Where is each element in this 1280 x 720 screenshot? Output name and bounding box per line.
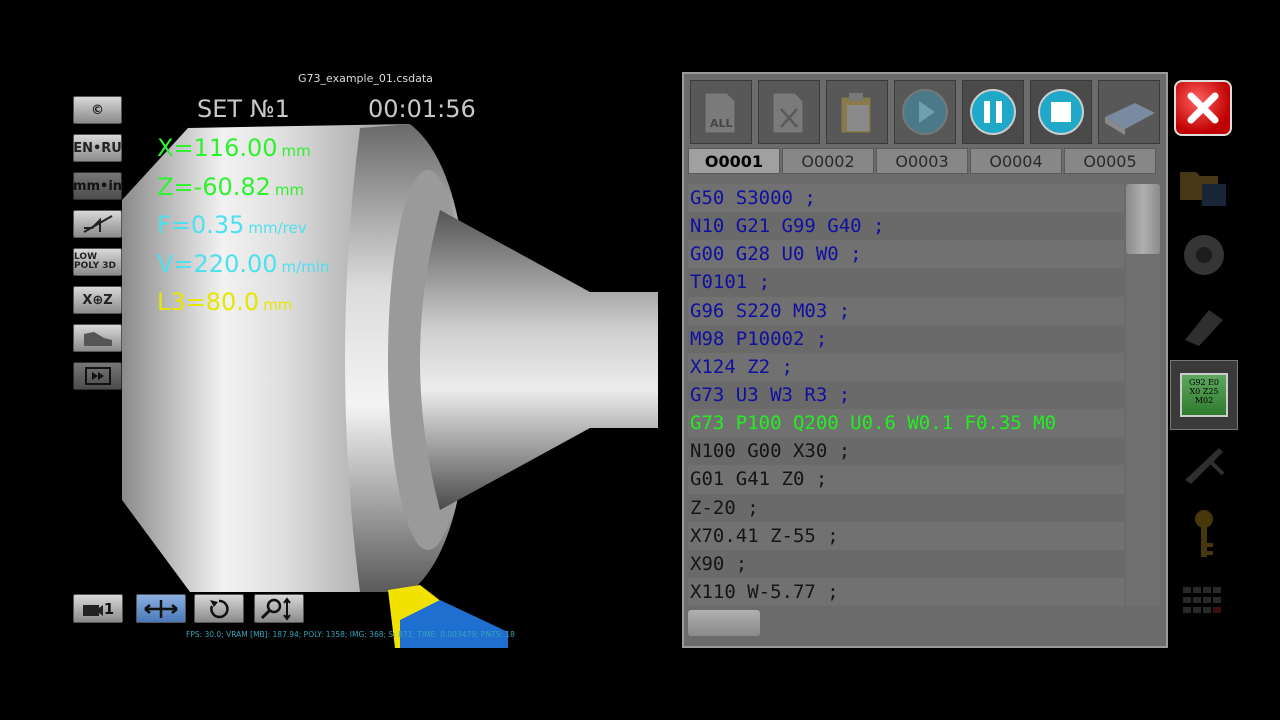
camera-button[interactable]: 1 bbox=[73, 594, 123, 623]
select-all-icon: ALL bbox=[704, 92, 736, 134]
viewport-3d[interactable]: G73_example_01.csdata SET №1 00:01:56 X=… bbox=[0, 0, 680, 720]
pause-button[interactable] bbox=[962, 80, 1024, 144]
book-icon bbox=[1105, 103, 1155, 135]
chuck-icon bbox=[1184, 235, 1224, 275]
vertical-scrollbar[interactable] bbox=[1126, 184, 1160, 606]
program-icon: G92 E0 X0 Z25 M02 bbox=[1180, 373, 1228, 417]
chuck-button[interactable] bbox=[1170, 220, 1238, 290]
gcode-line[interactable]: X90 ; bbox=[688, 549, 1124, 578]
gcode-line[interactable]: G96 S220 M03 ; bbox=[688, 296, 1124, 325]
pan-button[interactable] bbox=[136, 594, 186, 623]
copyright-button[interactable]: © bbox=[73, 96, 122, 124]
gcode-line[interactable]: X124 Z2 ; bbox=[688, 352, 1124, 381]
units-toggle-button[interactable]: mm•in bbox=[73, 172, 122, 200]
editor-toolbar: ALL bbox=[688, 78, 1162, 146]
tab-o0004[interactable]: O0004 bbox=[970, 148, 1062, 174]
horizontal-scroll-thumb[interactable] bbox=[688, 610, 760, 636]
lathe-tool-icon bbox=[1185, 310, 1223, 346]
folder-save-icon bbox=[1180, 172, 1226, 206]
play-button[interactable] bbox=[894, 80, 956, 144]
gcode-line[interactable]: G73 U3 W3 R3 ; bbox=[688, 380, 1124, 410]
zoom-icon bbox=[260, 596, 291, 621]
program-editor-button[interactable]: G92 E0 X0 Z25 M02 bbox=[1170, 360, 1238, 430]
file-title: G73_example_01.csdata bbox=[298, 72, 433, 85]
gcode-listing[interactable]: G50 S3000 ; N10 G21 G99 G40 ; G00 G28 U0 W… bbox=[688, 184, 1124, 606]
gcode-line[interactable]: G50 S3000 ; bbox=[688, 184, 1124, 213]
gcode-line[interactable]: N10 G21 G99 G40 ; bbox=[688, 212, 1124, 241]
gcode-line[interactable]: T0101 ; bbox=[688, 268, 1124, 297]
gcode-line[interactable]: M98 P10002 ; bbox=[688, 324, 1124, 353]
gcode-line[interactable]: N100 G00 X30 ; bbox=[688, 437, 1124, 466]
render-stats: FPS: 30.0; VRAM [MB]: 187.94; POLY: 1358… bbox=[186, 630, 515, 639]
tab-o0002[interactable]: O0002 bbox=[782, 148, 874, 174]
speed-readout: V=220.00 m/min bbox=[157, 250, 330, 278]
tools-button[interactable] bbox=[1170, 290, 1238, 360]
set-label: SET №1 bbox=[197, 95, 290, 123]
key-button[interactable] bbox=[1170, 500, 1238, 570]
select-all-button[interactable]: ALL bbox=[690, 80, 752, 144]
horizontal-scrollbar[interactable] bbox=[688, 610, 1160, 636]
manual-button[interactable] bbox=[1098, 80, 1160, 144]
gcode-line[interactable]: X110 W-5.77 ; bbox=[688, 577, 1124, 606]
gcode-line[interactable]: Z-20 ; bbox=[688, 493, 1124, 522]
keypad-icon bbox=[1183, 587, 1221, 613]
tab-o0005[interactable]: O0005 bbox=[1064, 148, 1156, 174]
fast-forward-icon bbox=[84, 367, 111, 385]
chart-icon bbox=[83, 332, 112, 346]
caliper-icon bbox=[1185, 448, 1225, 484]
camera-icon bbox=[82, 604, 103, 616]
tab-o0001[interactable]: O0001 bbox=[688, 148, 780, 174]
feed-readout: F=0.35 mm/rev bbox=[157, 211, 307, 239]
program-tabs: O0001 O0002 O0003 O0004 O0005 bbox=[688, 148, 1162, 174]
workpiece-cone bbox=[420, 210, 658, 510]
paste-icon bbox=[840, 93, 872, 134]
file-save-button[interactable] bbox=[1170, 150, 1238, 220]
program-editor: ALL O0001 O0002 O0003 O0004 O0005 G50 S3… bbox=[682, 72, 1168, 648]
cut-icon bbox=[772, 92, 804, 134]
language-toggle-button[interactable]: EN•RU bbox=[73, 134, 122, 162]
close-button[interactable] bbox=[1174, 80, 1232, 136]
machining-timer: 00:01:56 bbox=[368, 95, 476, 123]
gcode-line[interactable]: G00 G28 U0 W0 ; bbox=[688, 240, 1124, 269]
measure-button[interactable] bbox=[1170, 430, 1238, 500]
muted-icon bbox=[83, 215, 112, 233]
svg-text:ALL: ALL bbox=[710, 117, 733, 130]
gcode-line[interactable]: X70.41 Z-55 ; bbox=[688, 521, 1124, 550]
gcode-line[interactable]: G01 G41 Z0 ; bbox=[688, 465, 1124, 494]
z-readout: Z=-60.82 mm bbox=[157, 173, 305, 201]
cut-button[interactable] bbox=[758, 80, 820, 144]
move-arrows-icon bbox=[144, 599, 178, 618]
low-poly-3d-button[interactable]: LOW POLY 3D bbox=[73, 248, 122, 276]
tab-o0003[interactable]: O0003 bbox=[876, 148, 968, 174]
close-icon bbox=[1187, 92, 1219, 124]
stop-button[interactable] bbox=[1030, 80, 1092, 144]
x-readout: X=116.00 mm bbox=[157, 134, 311, 162]
pause-icon bbox=[970, 89, 1016, 135]
l3-readout: L3=80.0 mm bbox=[157, 288, 293, 316]
stop-icon bbox=[1038, 89, 1084, 135]
keypad-button[interactable] bbox=[1170, 570, 1238, 640]
graphics-settings-button[interactable] bbox=[73, 324, 122, 352]
key-icon bbox=[1195, 510, 1213, 557]
gcode-line-current[interactable]: G73 P100 Q200 U0.6 W0.1 F0.35 M0 bbox=[688, 409, 1124, 438]
zoom-button[interactable] bbox=[254, 594, 304, 623]
paste-button[interactable] bbox=[826, 80, 888, 144]
axis-swap-button[interactable]: X⊕Z bbox=[73, 286, 122, 314]
simulation-step-button[interactable] bbox=[73, 362, 122, 390]
rotate-button[interactable] bbox=[194, 594, 244, 623]
play-icon bbox=[902, 89, 948, 135]
vertical-scroll-thumb[interactable] bbox=[1126, 184, 1160, 254]
sound-off-button[interactable] bbox=[73, 210, 122, 238]
rotate-icon bbox=[210, 599, 229, 618]
